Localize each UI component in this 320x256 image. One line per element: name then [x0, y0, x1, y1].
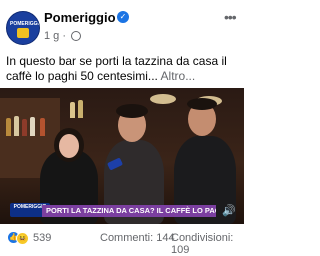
bottle	[40, 118, 45, 136]
bottle	[78, 100, 83, 118]
volume-icon[interactable]: 🔊	[222, 204, 236, 218]
globe-icon	[71, 31, 82, 42]
see-more-link[interactable]: Altro...	[161, 69, 196, 83]
meta-separator: ·	[62, 30, 67, 42]
avatar-text: POMERIGGIO	[10, 21, 40, 27]
more-options-icon[interactable]: •••	[224, 9, 237, 25]
avatar-logo-mark	[17, 28, 29, 38]
news-banner: PORTI LA TAZZINA DA CASA? IL CAFFÈ LO PA…	[42, 205, 216, 217]
bottle	[70, 102, 75, 118]
reporter-hair	[116, 104, 148, 118]
post-time[interactable]: 1 g	[44, 30, 59, 42]
shares-count[interactable]: Condivisioni: 109	[171, 232, 244, 256]
ceiling-lamp	[150, 94, 176, 104]
bottle	[6, 118, 11, 136]
woman-face	[59, 134, 79, 158]
verified-badge-icon: ✓	[117, 11, 129, 23]
post-caption: In questo bar se porti la tazzina da cas…	[6, 54, 240, 84]
page-avatar[interactable]: POMERIGGIO	[6, 11, 40, 45]
bottle	[14, 116, 19, 136]
reactions-count[interactable]: 539	[33, 232, 51, 244]
page-name[interactable]: Pomeriggio 5	[44, 10, 126, 25]
laugh-reaction-icon: 😆	[16, 232, 29, 245]
bottle	[30, 117, 35, 136]
barman-hair	[187, 98, 217, 110]
bottle	[22, 119, 27, 136]
post-header: POMERIGGIO Pomeriggio 5 ✓ 1 g · •••	[0, 0, 244, 56]
comments-count[interactable]: Commenti: 144	[100, 232, 175, 244]
facebook-post: POMERIGGIO Pomeriggio 5 ✓ 1 g · ••• In q…	[0, 0, 244, 256]
post-meta: 1 g ·	[44, 30, 82, 42]
post-footer: 👍 😆 539 Commenti: 144 Condivisioni: 109	[0, 224, 244, 256]
post-video[interactable]: POMERIGGIO PORTI LA TAZZINA DA CASA? IL …	[0, 88, 244, 224]
